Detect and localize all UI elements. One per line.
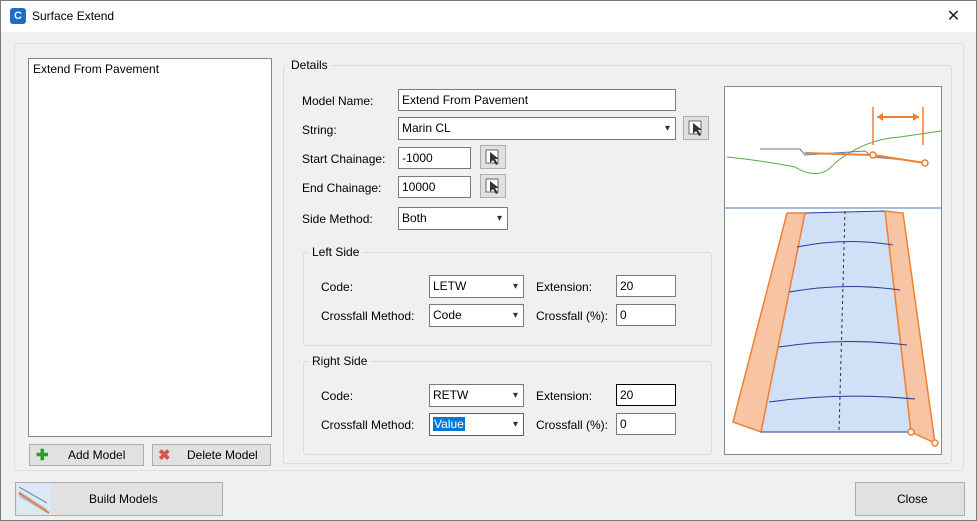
pick-end-chainage-button[interactable] — [480, 174, 506, 198]
preview-illustration — [724, 86, 942, 455]
string-value: Marin CL — [402, 121, 451, 135]
window-title: Surface Extend — [32, 9, 115, 23]
left-crossfall-label: Crossfall (%): — [536, 309, 609, 323]
string-label: String: — [302, 123, 337, 137]
start-chainage-field[interactable]: -1000 — [398, 147, 471, 169]
left-extension-label: Extension: — [536, 280, 593, 294]
add-model-button[interactable]: ✚ Add Model — [29, 444, 144, 466]
title-bar: C Surface Extend ✕ — [1, 1, 976, 32]
right-crossfall-field[interactable]: 0 — [616, 413, 676, 435]
chevron-down-icon: ▾ — [512, 390, 518, 401]
delete-x-icon: ✖ — [158, 447, 171, 464]
pick-string-button[interactable] — [683, 116, 709, 140]
side-method-label: Side Method: — [302, 212, 373, 226]
left-code-value: LETW — [433, 279, 467, 293]
build-models-label: Build Models — [89, 492, 158, 506]
string-select[interactable]: Marin CL ▾ — [398, 117, 676, 140]
side-method-select[interactable]: Both ▾ — [398, 207, 508, 230]
right-crossfall-method-value: Value — [433, 417, 465, 431]
model-list[interactable]: Extend From Pavement — [28, 58, 272, 437]
left-crossfall-method-value: Code — [433, 308, 462, 322]
surface-extend-diagram — [725, 87, 942, 447]
left-code-label: Code: — [321, 280, 354, 294]
end-chainage-field[interactable]: 10000 — [398, 176, 471, 198]
chevron-down-icon: ▾ — [512, 419, 518, 430]
delete-model-label: Delete Model — [187, 448, 258, 462]
chevron-down-icon: ▾ — [512, 281, 518, 292]
right-crossfall-method-label: Crossfall Method: — [321, 418, 415, 432]
left-crossfall-method-label: Crossfall Method: — [321, 309, 415, 323]
add-model-label: Add Model — [68, 448, 126, 462]
right-side-group — [303, 361, 712, 455]
road-build-icon — [17, 483, 51, 515]
chevron-down-icon: ▾ — [664, 123, 670, 134]
left-side-legend: Left Side — [309, 245, 363, 259]
close-label: Close — [897, 492, 928, 506]
left-crossfall-method-select[interactable]: Code ▾ — [429, 304, 524, 327]
close-button[interactable]: Close — [855, 482, 965, 516]
right-code-select[interactable]: RETW ▾ — [429, 384, 524, 407]
plus-icon: ✚ — [36, 447, 49, 464]
cursor-pick-icon — [485, 178, 499, 194]
start-chainage-label: Start Chainage: — [302, 152, 386, 166]
right-extension-label: Extension: — [536, 389, 593, 403]
pick-start-chainage-button[interactable] — [480, 145, 506, 169]
surface-extend-dialog: C Surface Extend ✕ Extend From Pavement … — [0, 0, 977, 521]
left-code-select[interactable]: LETW ▾ — [429, 275, 524, 298]
chevron-down-icon: ▾ — [512, 310, 518, 321]
left-extension-field[interactable]: 20 — [616, 275, 676, 297]
left-crossfall-field[interactable]: 0 — [616, 304, 676, 326]
details-legend: Details — [288, 58, 331, 72]
side-method-value: Both — [402, 211, 427, 225]
right-crossfall-label: Crossfall (%): — [536, 418, 609, 432]
cursor-pick-icon — [688, 120, 702, 136]
right-extension-field[interactable]: 20 — [616, 384, 676, 406]
end-chainage-label: End Chainage: — [302, 181, 382, 195]
left-side-group — [303, 252, 712, 346]
cursor-pick-icon — [485, 149, 499, 165]
delete-model-button[interactable]: ✖ Delete Model — [152, 444, 271, 466]
right-crossfall-method-select[interactable]: Value ▾ — [429, 413, 524, 436]
chevron-down-icon: ▾ — [496, 213, 502, 224]
window-close-icon[interactable]: ✕ — [931, 1, 976, 32]
model-name-field[interactable]: Extend From Pavement — [398, 89, 676, 111]
list-item[interactable]: Extend From Pavement — [33, 62, 159, 76]
right-side-legend: Right Side — [309, 354, 371, 368]
build-models-button[interactable]: Build Models — [15, 482, 223, 516]
app-icon: C — [10, 8, 26, 24]
model-name-label: Model Name: — [302, 94, 374, 108]
right-code-label: Code: — [321, 389, 354, 403]
right-code-value: RETW — [433, 388, 469, 402]
